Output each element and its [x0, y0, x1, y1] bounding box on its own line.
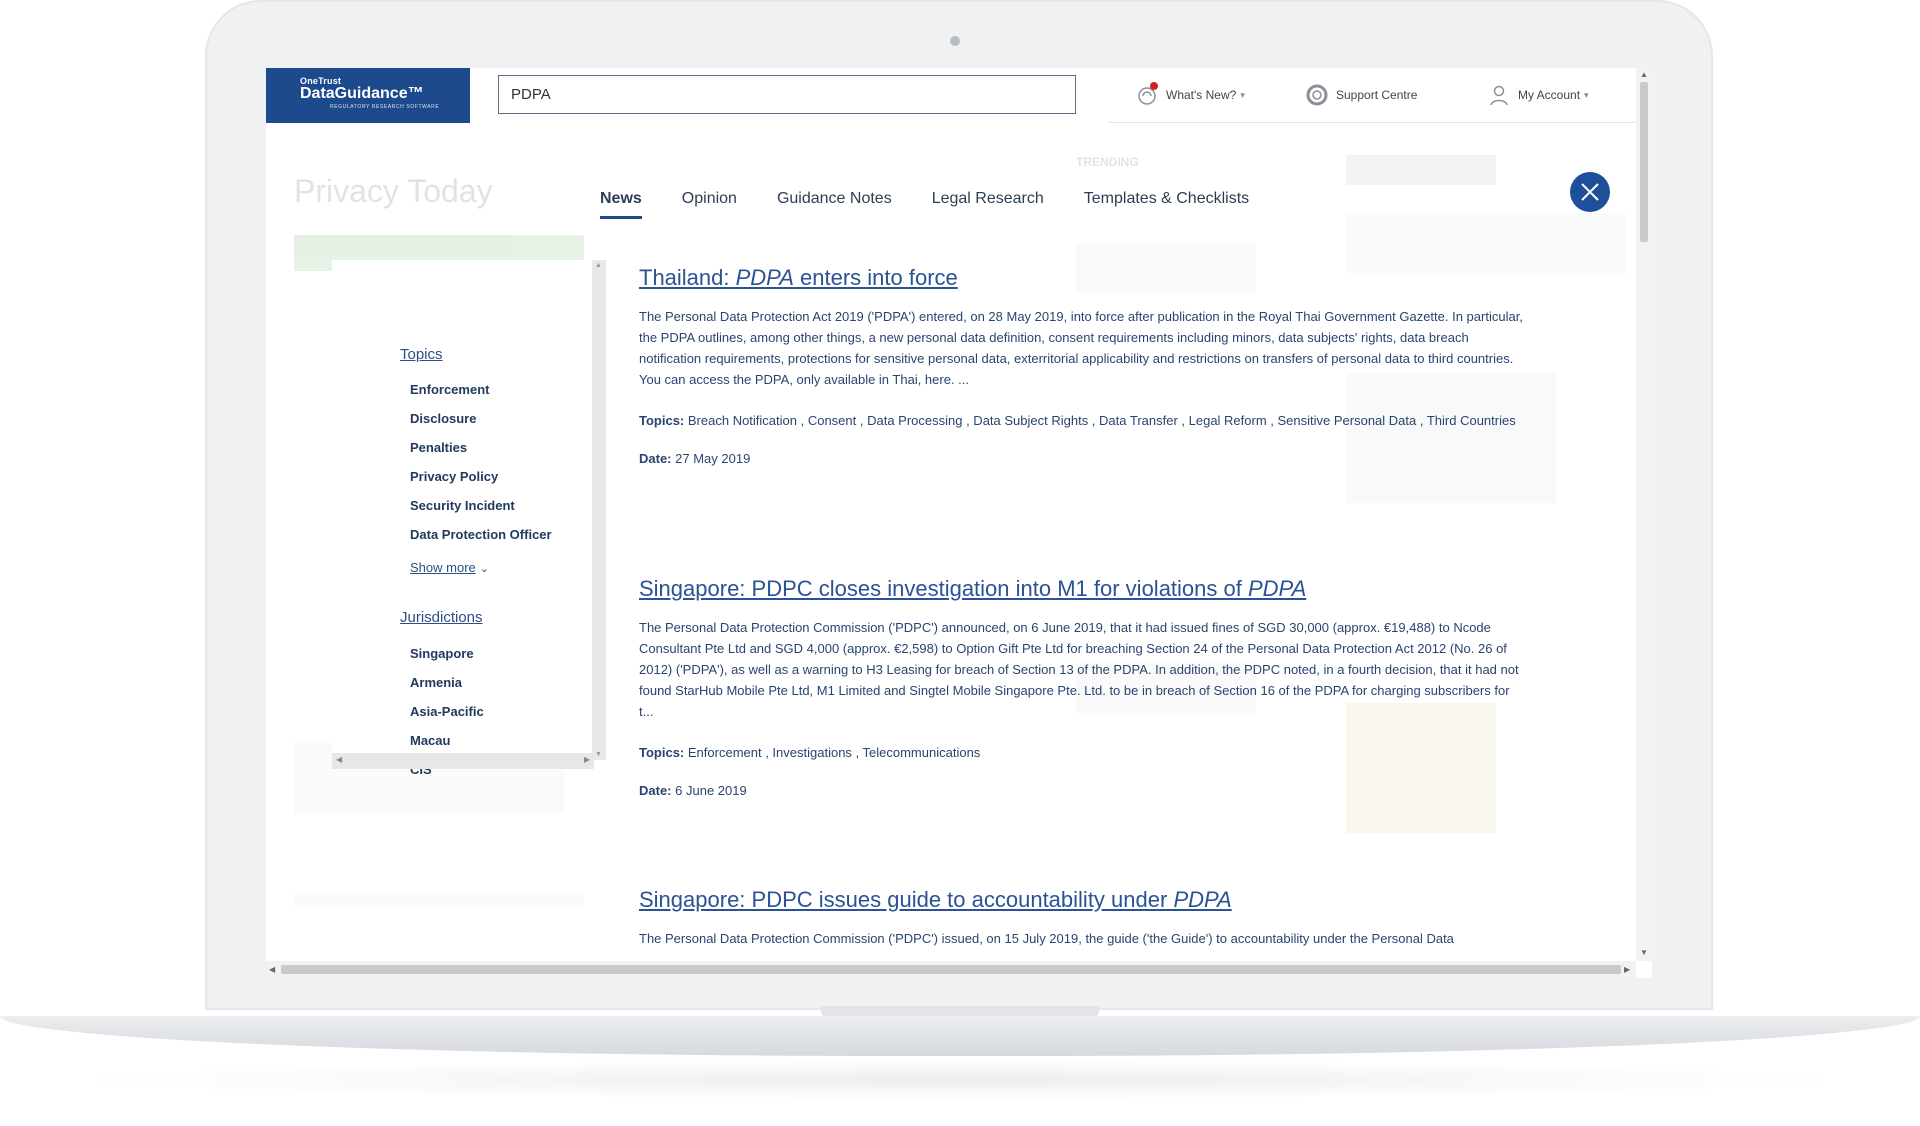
filter-horizontal-scrollbar[interactable]: ◀ ▶ — [332, 753, 594, 769]
result-topics: Topics: Breach Notification , Consent , … — [639, 413, 1516, 428]
result-summary: The Personal Data Protection Act 2019 ('… — [639, 309, 1523, 387]
show-more-link[interactable]: Show more ⌄ — [410, 560, 489, 575]
scroll-right-icon[interactable]: ▶ — [1624, 965, 1630, 974]
support-centre-link[interactable]: Support Centre — [1306, 82, 1417, 108]
tab-opinion[interactable]: Opinion — [682, 190, 737, 219]
top-links-bar: What's New? ▾ Support Centre My Account … — [1108, 68, 1638, 123]
filter-vertical-scrollbar[interactable]: ▲ ▼ — [592, 260, 606, 760]
filter-heading-topics[interactable]: Topics — [400, 346, 443, 363]
scroll-down-icon[interactable]: ▼ — [1640, 948, 1648, 957]
logo-main-text: DataGuidance™ — [300, 85, 424, 102]
laptop-base — [0, 1016, 1920, 1056]
camera-dot — [950, 36, 960, 46]
tab-news[interactable]: News — [600, 190, 642, 219]
result-topics: Topics: Enforcement , Investigations , T… — [639, 745, 981, 760]
whats-new-menu[interactable]: What's New? ▾ — [1136, 82, 1245, 108]
result-item: Thailand: PDPA enters into force The Per… — [639, 264, 1525, 466]
scroll-up-icon[interactable]: ▲ — [1640, 70, 1648, 79]
filter-topic-enforcement[interactable]: Enforcement — [410, 382, 489, 397]
caret-down-icon: ▾ — [1240, 89, 1245, 100]
notification-dot — [1150, 82, 1158, 90]
filter-topic-security-incident[interactable]: Security Incident — [410, 498, 515, 513]
user-icon — [1488, 84, 1510, 106]
screen: Privacy Today TRENDING OneTrust DataGuid… — [266, 68, 1652, 978]
support-centre-label: Support Centre — [1336, 88, 1418, 102]
laptop-shadow — [60, 1060, 1860, 1100]
filter-topic-penalties[interactable]: Penalties — [410, 440, 467, 455]
result-item: Singapore: PDPC closes investigation int… — [639, 575, 1525, 798]
close-icon — [1581, 183, 1599, 201]
filter-jurisdiction-armenia[interactable]: Armenia — [410, 675, 462, 690]
result-summary: The Personal Data Protection Commission … — [639, 620, 1519, 719]
dataguidance-logo[interactable]: OneTrust DataGuidance™ REGULATORY RESEAR… — [266, 68, 470, 123]
background-page-title: Privacy Today — [294, 173, 493, 209]
background-button — [1346, 155, 1496, 185]
bell-icon — [1136, 82, 1158, 106]
result-title-link[interactable]: Singapore: PDPC issues guide to accounta… — [639, 886, 1525, 914]
background-trending-label: TRENDING — [1076, 155, 1139, 169]
filter-heading-jurisdictions[interactable]: Jurisdictions — [400, 609, 483, 626]
result-title-link[interactable]: Thailand: PDPA enters into force — [639, 264, 1525, 292]
filter-panel: Topics Enforcement Disclosure Penalties … — [332, 260, 594, 777]
result-title-link[interactable]: Singapore: PDPC closes investigation int… — [639, 575, 1525, 603]
tab-templates-checklists[interactable]: Templates & Checklists — [1084, 190, 1249, 219]
background-text-line — [294, 893, 584, 905]
show-more-label: Show more — [410, 560, 476, 575]
filter-jurisdiction-singapore[interactable]: Singapore — [410, 646, 474, 661]
page-horizontal-scroll-thumb[interactable] — [281, 965, 1621, 974]
logo-sub-text: REGULATORY RESEARCH SOFTWARE — [330, 104, 440, 110]
content-type-tabs: News Opinion Guidance Notes Legal Resear… — [600, 190, 1289, 219]
result-date: Date: 6 June 2019 — [639, 783, 747, 798]
result-item: Singapore: PDPC issues guide to accounta… — [639, 886, 1525, 949]
my-account-menu[interactable]: My Account ▾ — [1488, 82, 1589, 108]
filter-jurisdiction-macau[interactable]: Macau — [410, 733, 450, 748]
filter-topic-privacy-policy[interactable]: Privacy Policy — [410, 469, 498, 484]
my-account-label: My Account — [1518, 88, 1581, 102]
page-vertical-scroll-thumb[interactable] — [1640, 82, 1648, 242]
chevron-down-icon: ⌄ — [479, 563, 489, 575]
filter-jurisdiction-asia-pacific[interactable]: Asia-Pacific — [410, 704, 484, 719]
whats-new-label: What's New? — [1166, 88, 1237, 102]
search-input[interactable] — [498, 75, 1076, 114]
filter-topic-disclosure[interactable]: Disclosure — [410, 411, 476, 426]
caret-down-icon: ▾ — [1584, 89, 1589, 100]
tab-legal-research[interactable]: Legal Research — [932, 190, 1044, 219]
tab-guidance-notes[interactable]: Guidance Notes — [777, 190, 892, 219]
close-button[interactable] — [1570, 172, 1610, 212]
result-date: Date: 27 May 2019 — [639, 451, 751, 466]
lifebuoy-icon — [1306, 84, 1328, 106]
result-summary: The Personal Data Protection Commission … — [639, 931, 1454, 946]
scroll-left-icon[interactable]: ◀ — [269, 965, 275, 974]
filter-topic-dpo[interactable]: Data Protection Officer — [410, 527, 552, 542]
